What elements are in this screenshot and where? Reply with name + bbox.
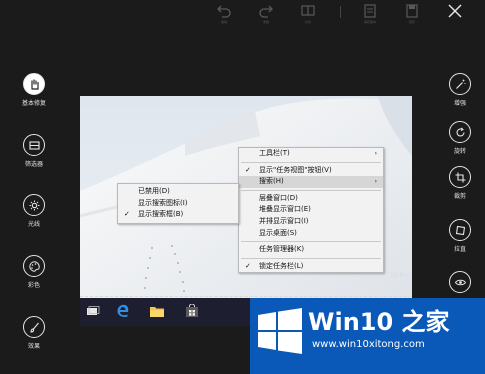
magic-wand-icon [449,73,471,95]
menu-item-label: 已禁用(D) [138,187,170,195]
undo-icon [217,5,231,18]
tool-view[interactable] [430,271,485,293]
watermark-title: Win10 之家 [308,308,450,336]
redo-button[interactable]: 重做 [254,3,278,25]
undo-caption: 撤销 [220,20,227,24]
submenu-item-disabled[interactable]: 已禁用(D) [118,186,238,198]
menu-item-task-manager[interactable]: 任务管理器(K) [239,244,383,256]
menu-separator [241,189,381,191]
tool-straighten[interactable]: 拉直 [430,219,485,253]
toolbar-divider [340,6,341,18]
compare-button[interactable]: 比较 [296,3,320,25]
tool-light[interactable]: 光线 [4,194,64,228]
chevron-right-icon: › [374,178,377,186]
brush-icon [23,316,45,338]
menu-item-label: 显示"任务视图"按钮(V) [259,165,332,174]
search-submenu: 已禁用(D) 显示搜索图标(I) ✓ 显示搜索框(B) [117,183,239,224]
menu-item-label: 堆叠显示窗口(E) [259,205,311,214]
redo-caption: 重做 [262,20,269,24]
menu-item-label: 任务管理器(K) [259,245,305,254]
menu-separator [241,257,381,259]
menu-item-label: 显示搜索框(B) [138,210,184,219]
edge-icon[interactable] [114,303,132,319]
tool-label: 光线 [27,221,40,228]
windows-logo-icon [258,308,302,354]
compare-caption: 比较 [304,20,311,24]
save-copy-caption: 保存副本 [363,20,376,24]
submenu-item-show-search-icon[interactable]: 显示搜索图标(I) [118,198,238,210]
menu-item-lock-taskbar[interactable]: ✓ 锁定任务栏(L) [239,261,383,273]
straighten-icon [449,219,471,241]
menu-item-side-by-side[interactable]: 并排显示窗口(I) [239,216,383,228]
os-edition-text: 10 Pro [390,272,410,279]
menu-item-toolbars[interactable]: 工具栏(T) › [239,148,383,160]
tool-filter[interactable]: 筛选器 [4,134,64,168]
tool-enhance[interactable]: 增强 [430,73,485,107]
save-icon [406,4,418,18]
menu-item-label: 工具栏(T) [259,149,290,157]
tool-color[interactable]: 彩色 [4,255,64,289]
menu-item-label: 显示桌面(S) [259,228,297,237]
undo-button[interactable]: 撤销 [212,3,236,25]
checkmark-icon: ✓ [245,261,251,270]
tool-label: 裁剪 [453,193,466,200]
menu-separator [241,161,381,163]
task-view-icon[interactable] [84,303,102,319]
menu-item-label: 并排显示窗口(I) [259,216,309,225]
menu-item-label: 搜索(H) [259,177,284,186]
watermark-url: www.win10xitong.com [312,339,425,350]
top-toolbar: 撤销 重做 比较 保存副本 保存 [0,0,485,28]
checkmark-icon: ✓ [245,165,251,174]
compare-icon [301,5,315,16]
redo-icon [259,5,273,18]
save-copy-button[interactable]: 保存副本 [358,3,382,25]
taskbar-context-menu: 工具栏(T) › ✓ 显示"任务视图"按钮(V) 搜索(H) › 层叠窗口(D)… [238,147,384,274]
tool-label: 基本修复 [21,100,46,107]
palette-icon [23,255,45,277]
sun-icon [23,194,45,216]
menu-item-label: 层叠窗口(D) [259,193,298,202]
tool-crop[interactable]: 裁剪 [430,166,485,200]
hand-icon [23,73,45,95]
save-copy-icon [364,4,376,18]
file-explorer-icon[interactable] [148,303,166,319]
tool-label: 拉直 [453,246,466,253]
save-button[interactable]: 保存 [400,3,424,25]
tool-label: 效果 [27,343,40,350]
menu-item-stack[interactable]: 堆叠显示窗口(E) [239,204,383,216]
save-caption: 保存 [408,20,415,24]
menu-item-label: 显示搜索图标(I) [138,198,188,207]
submenu-item-show-search-box[interactable]: ✓ 显示搜索框(B) [118,209,238,221]
close-icon [448,4,462,18]
tool-rotate[interactable]: 旋转 [430,121,485,155]
win10-watermark: Win10 之家 www.win10xitong.com [250,298,485,374]
checkmark-icon: ✓ [124,210,130,219]
rotate-icon [449,121,471,143]
crop-icon [449,166,471,188]
tool-label: 彩色 [27,282,40,289]
eye-icon [449,271,471,293]
tool-label: 旋转 [453,148,466,155]
selection-dashed-line [80,296,412,297]
store-icon[interactable] [183,303,201,319]
tool-label: 增强 [453,100,466,107]
menu-separator [241,241,381,243]
filter-icon [23,134,45,156]
close-button[interactable] [443,3,467,25]
menu-item-show-desktop[interactable]: 显示桌面(S) [239,228,383,240]
tool-label: 筛选器 [24,161,43,168]
menu-item-show-task-view[interactable]: ✓ 显示"任务视图"按钮(V) [239,165,383,177]
menu-item-label: 锁定任务栏(L) [259,261,304,270]
chevron-right-icon: › [374,150,377,157]
menu-item-cascade[interactable]: 层叠窗口(D) [239,193,383,205]
tool-basic-fix[interactable]: 基本修复 [4,73,64,107]
tool-effects[interactable]: 效果 [4,316,64,350]
menu-item-search[interactable]: 搜索(H) › [239,176,383,188]
